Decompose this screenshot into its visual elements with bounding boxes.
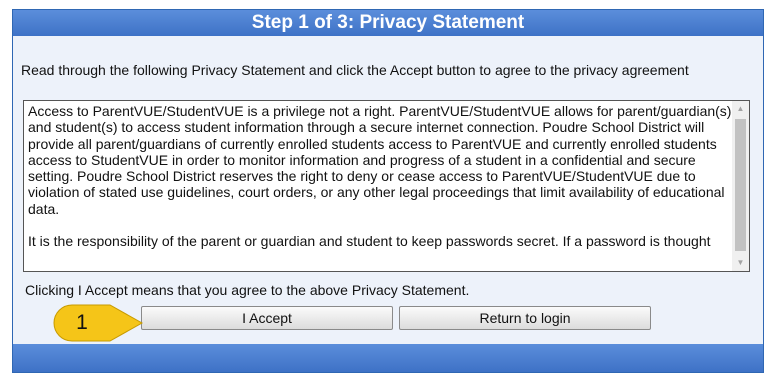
statement-scrollbar[interactable]: ▲ ▼ (732, 101, 749, 271)
callout-number: 1 (76, 311, 88, 334)
dialog-title: Step 1 of 3: Privacy Statement (13, 10, 763, 36)
return-to-login-button[interactable]: Return to login (399, 306, 651, 330)
dialog-footer-bar (13, 344, 763, 372)
privacy-statement-text: Access to ParentVUE/StudentVUE is a priv… (28, 103, 733, 265)
statement-paragraph-1: Access to ParentVUE/StudentVUE is a priv… (28, 103, 732, 217)
accept-button[interactable]: I Accept (141, 306, 393, 330)
scroll-thumb[interactable] (735, 119, 746, 251)
statement-paragraph-2: It is the responsibility of the parent o… (28, 233, 711, 250)
instructions-text: Read through the following Privacy State… (21, 62, 689, 78)
privacy-statement-box[interactable]: Access to ParentVUE/StudentVUE is a priv… (23, 100, 750, 272)
scroll-up-arrow-icon[interactable]: ▲ (732, 101, 749, 117)
step-callout: 1 (52, 303, 144, 343)
scroll-down-arrow-icon[interactable]: ▼ (732, 255, 749, 271)
agree-text: Clicking I Accept means that you agree t… (25, 282, 470, 298)
